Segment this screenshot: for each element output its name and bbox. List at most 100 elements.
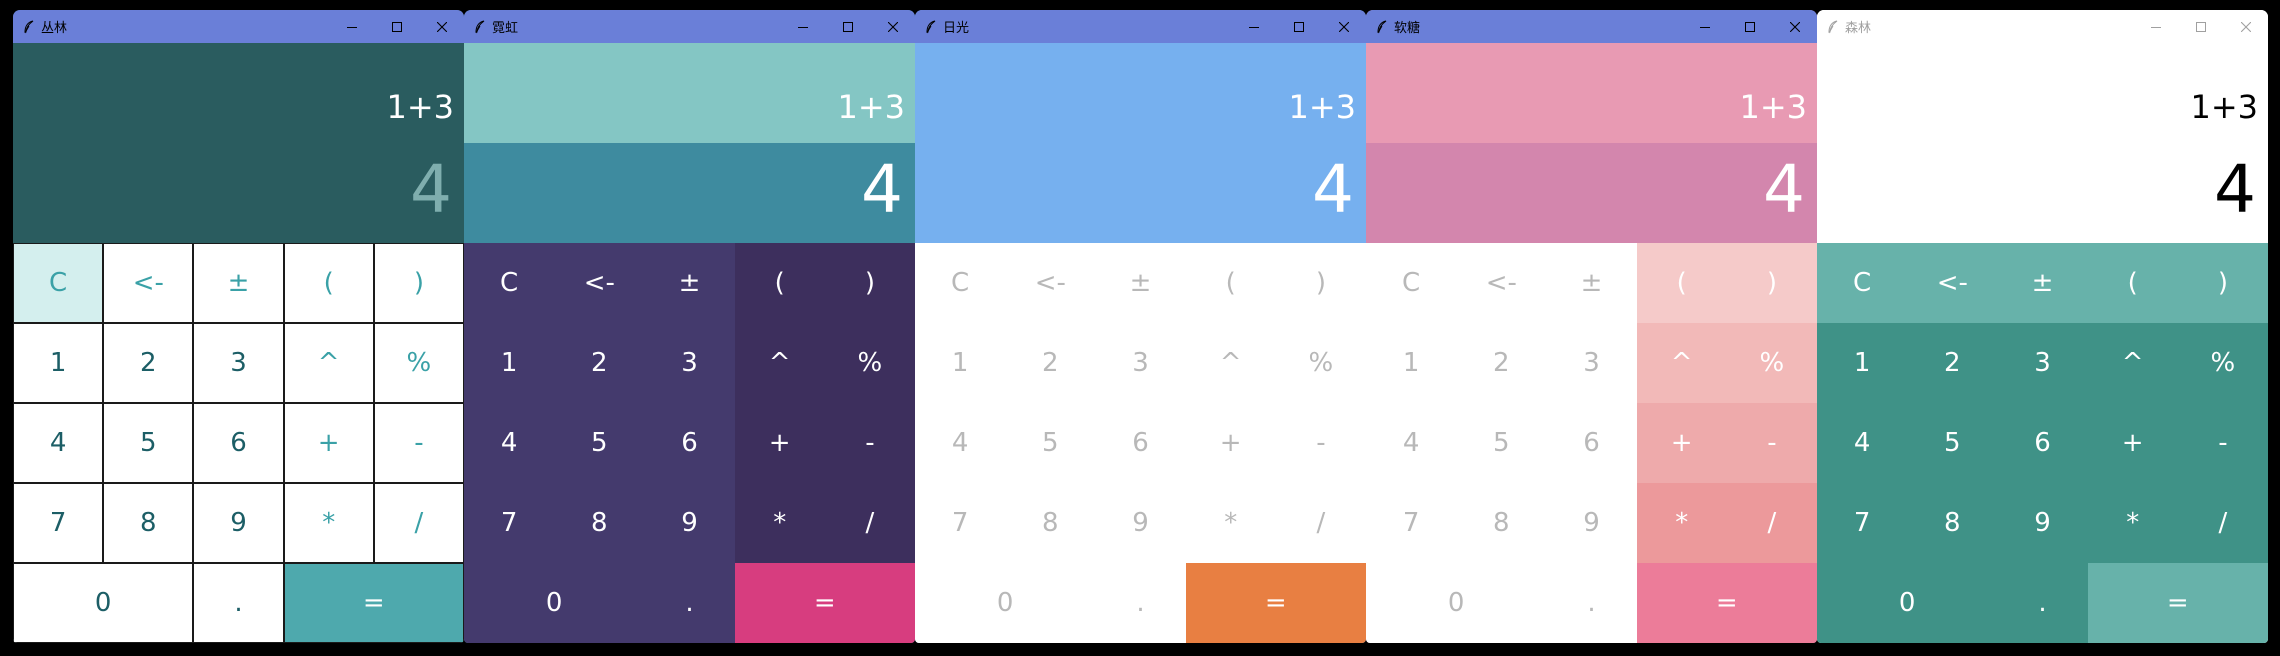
minimize-icon[interactable] [2133, 10, 2178, 43]
key-multiply-button[interactable]: * [283, 483, 374, 563]
key-8-button[interactable]: 8 [103, 483, 194, 563]
close-icon[interactable] [1772, 10, 1817, 43]
key-divide-button[interactable]: / [1275, 483, 1366, 563]
key-7-button[interactable]: 7 [1817, 483, 1908, 563]
key-backspace-button[interactable]: <- [1456, 243, 1547, 323]
key-negate-button[interactable]: ± [193, 243, 284, 323]
key-power-button[interactable]: ^ [2087, 323, 2178, 403]
key-multiply-button[interactable]: * [1636, 483, 1727, 563]
key-5-button[interactable]: 5 [554, 403, 645, 483]
key-1-button[interactable]: 1 [1366, 323, 1457, 403]
key-4-button[interactable]: 4 [915, 403, 1006, 483]
maximize-icon[interactable] [374, 10, 419, 43]
key-decimal-button[interactable]: . [1546, 563, 1637, 643]
key-1-button[interactable]: 1 [915, 323, 1006, 403]
key-equals-button[interactable]: = [1636, 563, 1817, 643]
key-open-paren-button[interactable]: ( [1636, 243, 1727, 323]
key-minus-button[interactable]: - [1726, 403, 1817, 483]
key-decimal-button[interactable]: . [1997, 563, 2088, 643]
title-bar[interactable]: 软糖 [1366, 10, 1817, 43]
close-icon[interactable] [419, 10, 464, 43]
key-divide-button[interactable]: / [373, 483, 464, 563]
key-percent-button[interactable]: % [1275, 323, 1366, 403]
title-bar[interactable]: 日光 [915, 10, 1366, 43]
key-open-paren-button[interactable]: ( [734, 243, 825, 323]
key-equals-button[interactable]: = [283, 563, 464, 643]
key-8-button[interactable]: 8 [1907, 483, 1998, 563]
key-2-button[interactable]: 2 [554, 323, 645, 403]
key-close-paren-button[interactable]: ) [1726, 243, 1817, 323]
key-0-button[interactable]: 0 [1366, 563, 1547, 643]
key-plus-button[interactable]: + [283, 403, 374, 483]
title-bar[interactable]: 森林 [1817, 10, 2268, 43]
key-4-button[interactable]: 4 [13, 403, 104, 483]
key-plus-button[interactable]: + [2087, 403, 2178, 483]
title-bar[interactable]: 丛林 [13, 10, 464, 43]
key-5-button[interactable]: 5 [1907, 403, 1998, 483]
key-open-paren-button[interactable]: ( [283, 243, 374, 323]
key-power-button[interactable]: ^ [283, 323, 374, 403]
key-4-button[interactable]: 4 [1366, 403, 1457, 483]
key-clear-button[interactable]: C [1366, 243, 1457, 323]
key-percent-button[interactable]: % [2177, 323, 2268, 403]
key-negate-button[interactable]: ± [1997, 243, 2088, 323]
key-3-button[interactable]: 3 [1546, 323, 1637, 403]
key-negate-button[interactable]: ± [1546, 243, 1637, 323]
key-backspace-button[interactable]: <- [103, 243, 194, 323]
key-minus-button[interactable]: - [824, 403, 915, 483]
key-power-button[interactable]: ^ [734, 323, 825, 403]
key-backspace-button[interactable]: <- [1907, 243, 1998, 323]
close-icon[interactable] [1321, 10, 1366, 43]
key-1-button[interactable]: 1 [13, 323, 104, 403]
key-9-button[interactable]: 9 [1095, 483, 1186, 563]
key-close-paren-button[interactable]: ) [2177, 243, 2268, 323]
key-9-button[interactable]: 9 [193, 483, 284, 563]
key-plus-button[interactable]: + [734, 403, 825, 483]
key-clear-button[interactable]: C [13, 243, 104, 323]
key-multiply-button[interactable]: * [734, 483, 825, 563]
key-5-button[interactable]: 5 [1456, 403, 1547, 483]
key-close-paren-button[interactable]: ) [373, 243, 464, 323]
minimize-icon[interactable] [329, 10, 374, 43]
key-8-button[interactable]: 8 [554, 483, 645, 563]
key-close-paren-button[interactable]: ) [1275, 243, 1366, 323]
key-backspace-button[interactable]: <- [1005, 243, 1096, 323]
key-6-button[interactable]: 6 [1095, 403, 1186, 483]
key-9-button[interactable]: 9 [1997, 483, 2088, 563]
key-0-button[interactable]: 0 [915, 563, 1096, 643]
title-bar[interactable]: 霓虹 [464, 10, 915, 43]
key-divide-button[interactable]: / [1726, 483, 1817, 563]
close-icon[interactable] [2223, 10, 2268, 43]
key-9-button[interactable]: 9 [1546, 483, 1637, 563]
key-7-button[interactable]: 7 [464, 483, 555, 563]
key-decimal-button[interactable]: . [1095, 563, 1186, 643]
key-divide-button[interactable]: / [824, 483, 915, 563]
key-3-button[interactable]: 3 [644, 323, 735, 403]
key-equals-button[interactable]: = [734, 563, 915, 643]
maximize-icon[interactable] [825, 10, 870, 43]
key-percent-button[interactable]: % [373, 323, 464, 403]
key-1-button[interactable]: 1 [1817, 323, 1908, 403]
key-2-button[interactable]: 2 [1005, 323, 1096, 403]
key-equals-button[interactable]: = [1185, 563, 1366, 643]
key-6-button[interactable]: 6 [644, 403, 735, 483]
key-3-button[interactable]: 3 [1095, 323, 1186, 403]
key-2-button[interactable]: 2 [103, 323, 194, 403]
key-2-button[interactable]: 2 [1907, 323, 1998, 403]
key-3-button[interactable]: 3 [1997, 323, 2088, 403]
key-close-paren-button[interactable]: ) [824, 243, 915, 323]
minimize-icon[interactable] [1231, 10, 1276, 43]
key-9-button[interactable]: 9 [644, 483, 735, 563]
key-0-button[interactable]: 0 [13, 563, 194, 643]
key-6-button[interactable]: 6 [193, 403, 284, 483]
key-divide-button[interactable]: / [2177, 483, 2268, 563]
key-clear-button[interactable]: C [1817, 243, 1908, 323]
maximize-icon[interactable] [1276, 10, 1321, 43]
key-0-button[interactable]: 0 [464, 563, 645, 643]
key-decimal-button[interactable]: . [193, 563, 284, 643]
key-clear-button[interactable]: C [915, 243, 1006, 323]
key-3-button[interactable]: 3 [193, 323, 284, 403]
key-decimal-button[interactable]: . [644, 563, 735, 643]
key-5-button[interactable]: 5 [103, 403, 194, 483]
minimize-icon[interactable] [1682, 10, 1727, 43]
